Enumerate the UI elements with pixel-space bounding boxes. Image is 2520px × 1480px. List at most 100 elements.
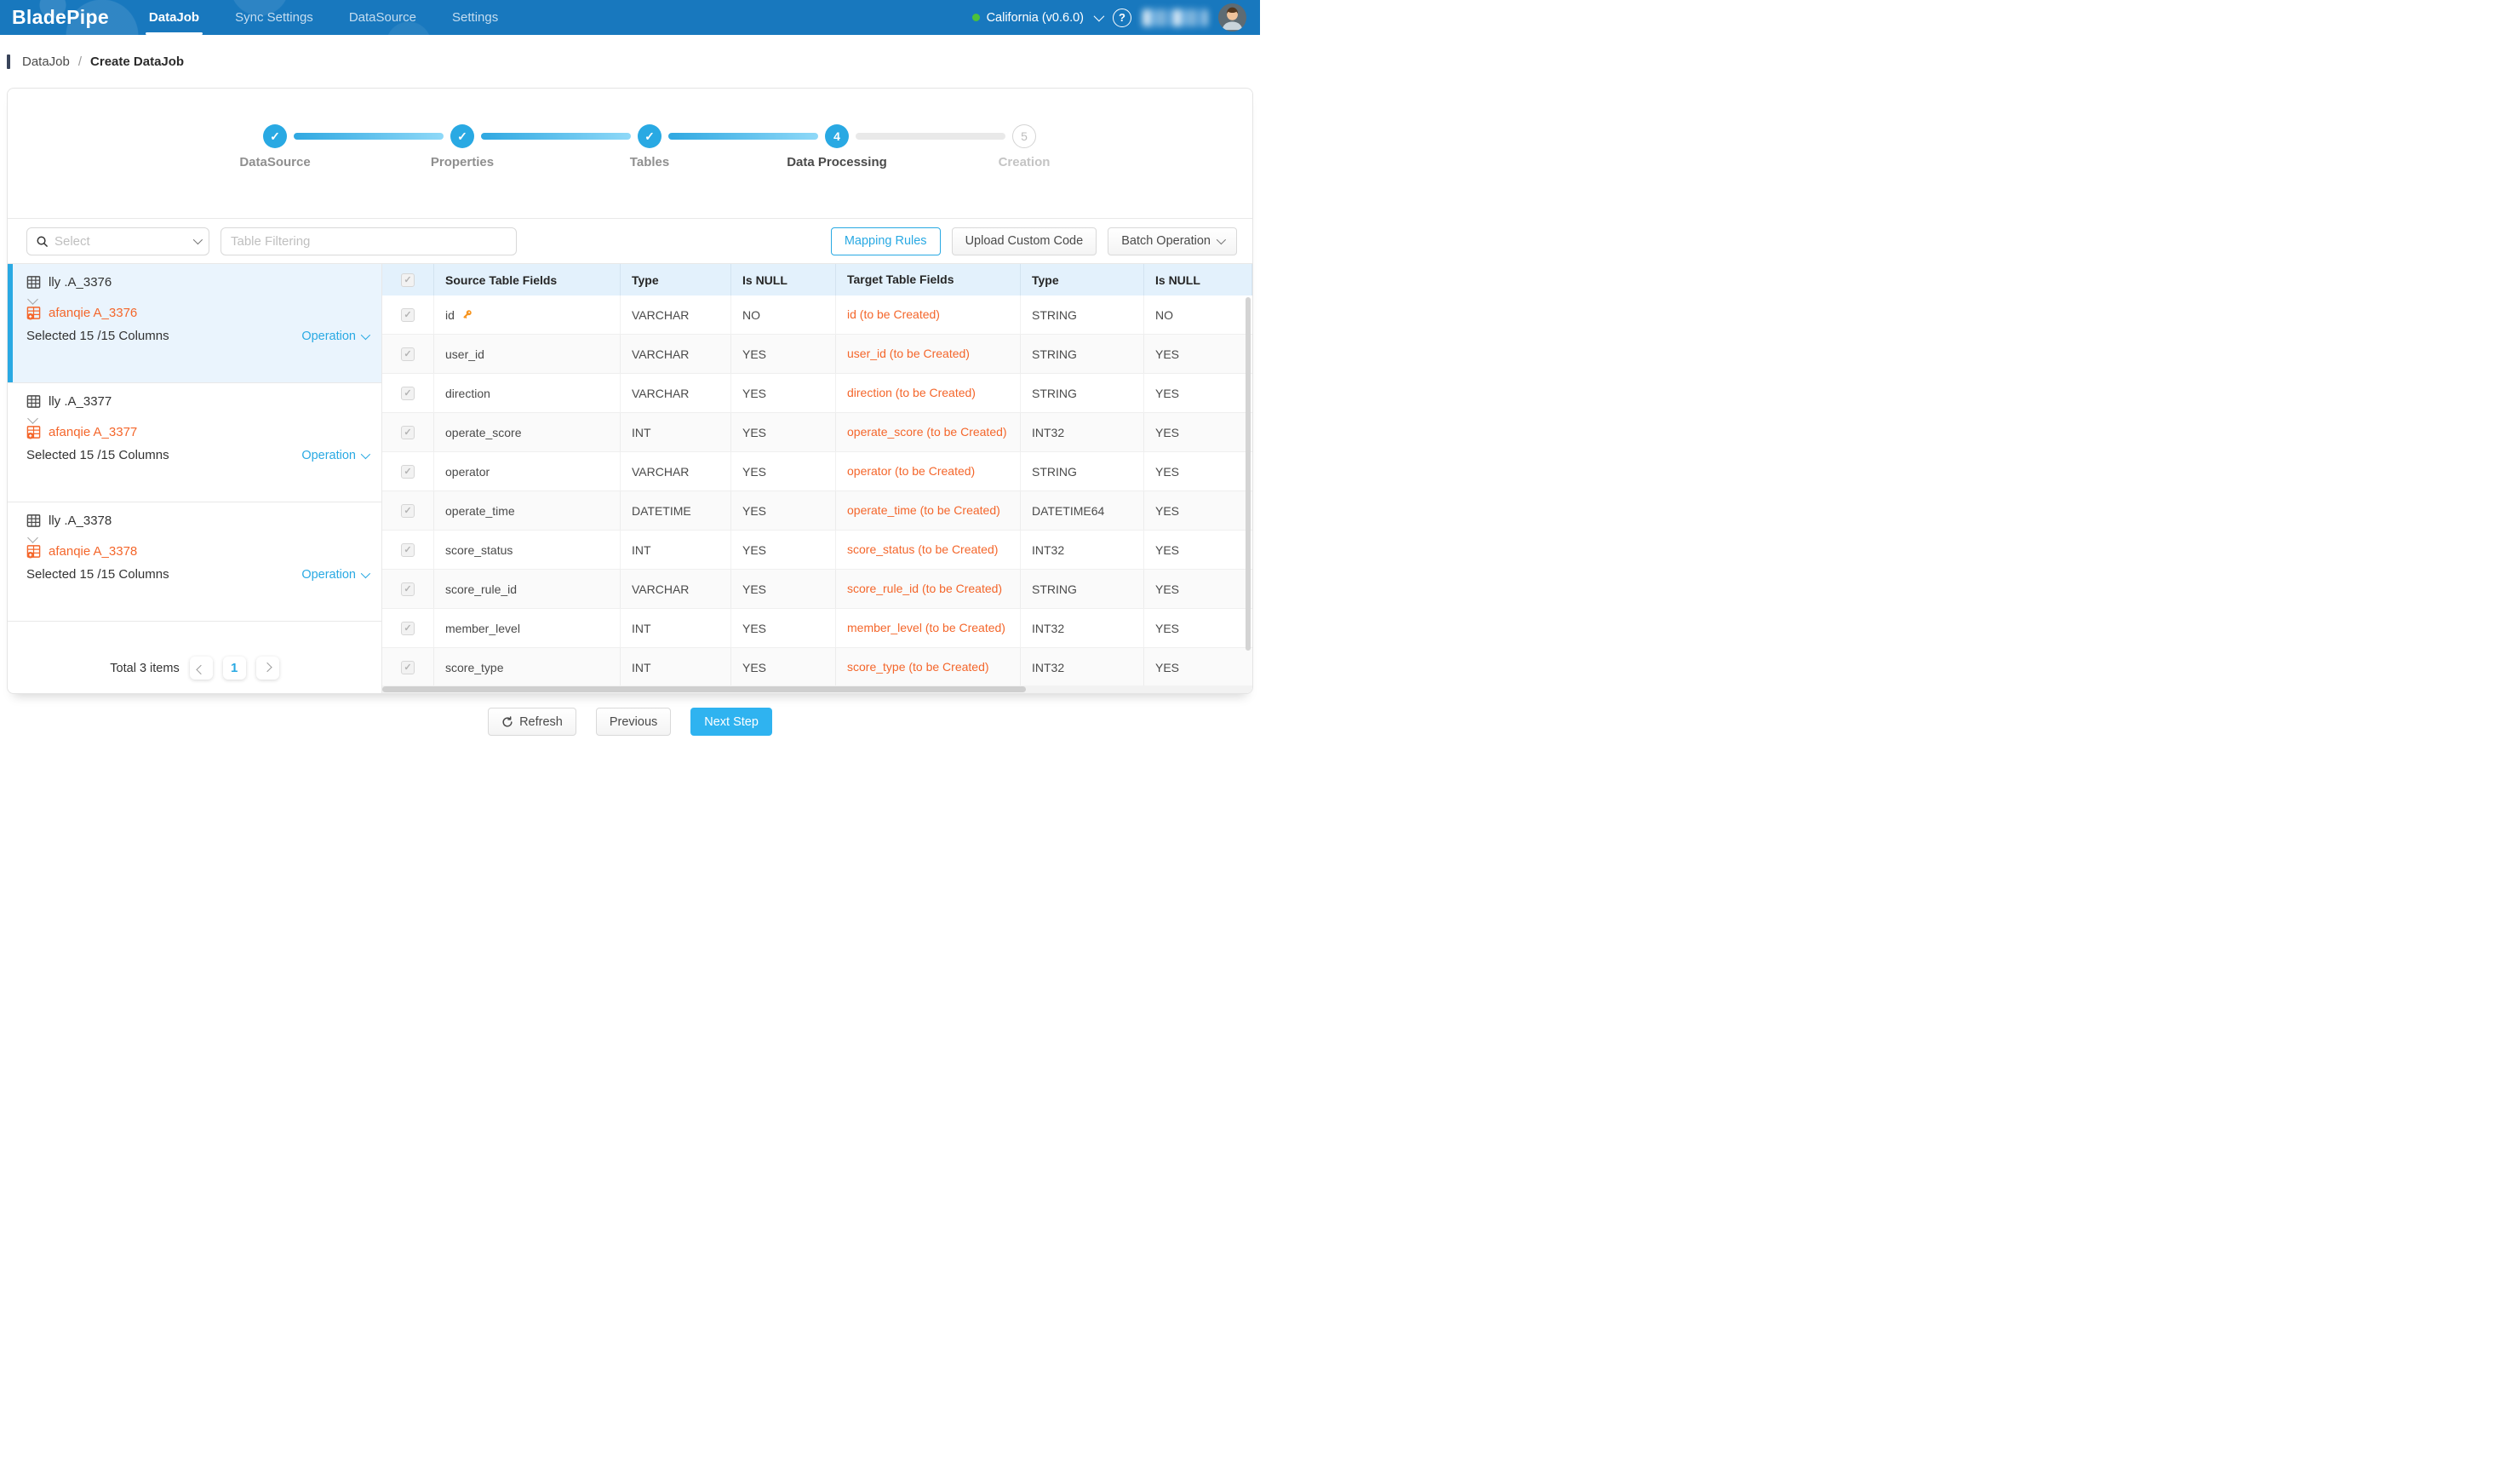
table-add-icon [26,544,41,559]
brand-logo: BladePipe [12,6,109,29]
step-circle-datasource [263,124,287,148]
vertical-scrollbar-thumb[interactable] [1246,297,1251,651]
row-checkbox[interactable] [401,308,415,322]
select-all-checkbox[interactable] [401,273,415,287]
table-toolbar: Select Mapping Rules Upload Custom Code … [8,219,1252,264]
mapping-rules-button[interactable]: Mapping Rules [831,227,941,255]
row-checkbox[interactable] [401,661,415,674]
chevron-down-icon [27,294,38,305]
avatar[interactable] [1218,3,1246,32]
chevron-down-icon [27,413,38,424]
source-field-cell: operator [434,452,621,490]
help-icon[interactable] [1113,9,1131,27]
target-field-cell: score_status (to be Created) [836,531,1021,569]
table-list-item-2[interactable]: lly .A_3377 afanqie A_3377 [8,383,381,502]
list-pagination: Total 3 items 1 [8,657,381,693]
batch-operation-label: Batch Operation [1121,234,1211,248]
nav-tab-datasource[interactable]: DataSource [340,0,426,35]
target-table-name: afanqie A_3377 [49,425,137,439]
horizontal-scrollbar-thumb[interactable] [382,686,1026,692]
source-type-cell: VARCHAR [621,295,731,334]
next-page-button[interactable] [256,657,279,680]
row-checkbox[interactable] [401,465,415,479]
step-connector-3 [668,133,818,140]
header-target-fields: Target Table Fields [836,264,1021,295]
upload-custom-code-button[interactable]: Upload Custom Code [952,227,1097,255]
row-checkbox[interactable] [401,347,415,361]
step-label-data-processing: Data Processing [752,155,922,169]
target-isnull-cell: YES [1144,374,1252,412]
next-step-button[interactable]: Next Step [690,708,772,736]
nav-tab-datajob[interactable]: DataJob [140,0,209,35]
source-isnull-cell: YES [731,335,836,373]
breadcrumb-datajob[interactable]: DataJob [22,54,70,69]
horizontal-scrollbar-track[interactable] [382,686,1252,693]
target-field-cell: score_rule_id (to be Created) [836,570,1021,608]
target-type-cell: STRING [1021,295,1144,334]
nav-right-cluster: California (v0.6.0) [972,3,1246,32]
target-field-cell: operate_time (to be Created) [836,491,1021,530]
target-field-cell: member_level (to be Created) [836,609,1021,647]
prev-page-button[interactable] [190,657,213,680]
operation-label: Operation [301,330,356,343]
source-isnull-cell: YES [731,374,836,412]
source-table-name: lly .A_3376 [49,275,112,290]
operation-dropdown-link[interactable]: Operation [301,330,368,343]
row-checkbox[interactable] [401,582,415,596]
row-checkbox[interactable] [401,387,415,400]
refresh-label: Refresh [519,715,563,729]
previous-button[interactable]: Previous [596,708,671,736]
region-selector[interactable]: California (v0.6.0) [972,11,1102,25]
main-nav: DataJob Sync Settings DataSource Setting… [140,0,507,35]
table-row: id VARCHAR NO id (to be Created) STRING … [382,295,1252,335]
chevron-down-icon [27,532,38,543]
table-icon [26,275,41,290]
table-filtering-input[interactable] [220,227,517,255]
source-isnull-cell: YES [731,570,836,608]
target-isnull-cell: YES [1144,570,1252,608]
operation-dropdown-link[interactable]: Operation [301,449,368,462]
nav-tab-sync-settings[interactable]: Sync Settings [226,0,323,35]
target-isnull-cell: YES [1144,648,1252,686]
target-type-cell: INT32 [1021,609,1144,647]
target-isnull-cell: YES [1144,335,1252,373]
chevron-down-icon [361,330,370,339]
table-list-item-3[interactable]: lly .A_3378 afanqie A_3378 [8,502,381,622]
batch-operation-button[interactable]: Batch Operation [1108,227,1237,255]
wizard-stepper: 4 5 DataSource Properties Tables Data Pr… [8,89,1252,219]
table-list-item-1[interactable]: lly .A_3376 afanqie A_3376 [8,264,381,383]
target-table-row: afanqie A_3376 [26,306,368,320]
refresh-icon [501,716,513,728]
header-source-fields: Source Table Fields [434,264,621,295]
header-source-isnull: Is NULL [731,264,836,295]
schema-select-dropdown[interactable]: Select [26,227,209,255]
selected-columns-label: Selected 15 /15 Columns [26,329,169,343]
chevron-down-icon [361,568,370,577]
target-type-cell: DATETIME64 [1021,491,1144,530]
source-field-cell: id [434,295,621,334]
nav-tab-settings[interactable]: Settings [443,0,507,35]
row-checkbox[interactable] [401,504,415,518]
source-type-cell: VARCHAR [621,452,731,490]
source-field-cell: member_level [434,609,621,647]
target-isnull-cell: YES [1144,452,1252,490]
refresh-button[interactable]: Refresh [488,708,576,736]
row-checkbox-cell [382,609,434,647]
operation-label: Operation [301,568,356,582]
operation-label: Operation [301,449,356,462]
row-checkbox[interactable] [401,543,415,557]
source-isnull-cell: YES [731,452,836,490]
operation-dropdown-link[interactable]: Operation [301,568,368,582]
total-items-label: Total 3 items [110,662,179,675]
primary-key-icon [461,308,473,321]
row-checkbox-cell [382,374,434,412]
source-isnull-cell: NO [731,295,836,334]
mapping-chevron-row [29,531,368,542]
row-checkbox[interactable] [401,426,415,439]
breadcrumb-accent-bar [7,54,10,69]
source-field-cell: direction [434,374,621,412]
source-field-cell: operate_time [434,491,621,530]
step-circle-properties [450,124,474,148]
current-page-button[interactable]: 1 [223,657,246,680]
row-checkbox[interactable] [401,622,415,635]
